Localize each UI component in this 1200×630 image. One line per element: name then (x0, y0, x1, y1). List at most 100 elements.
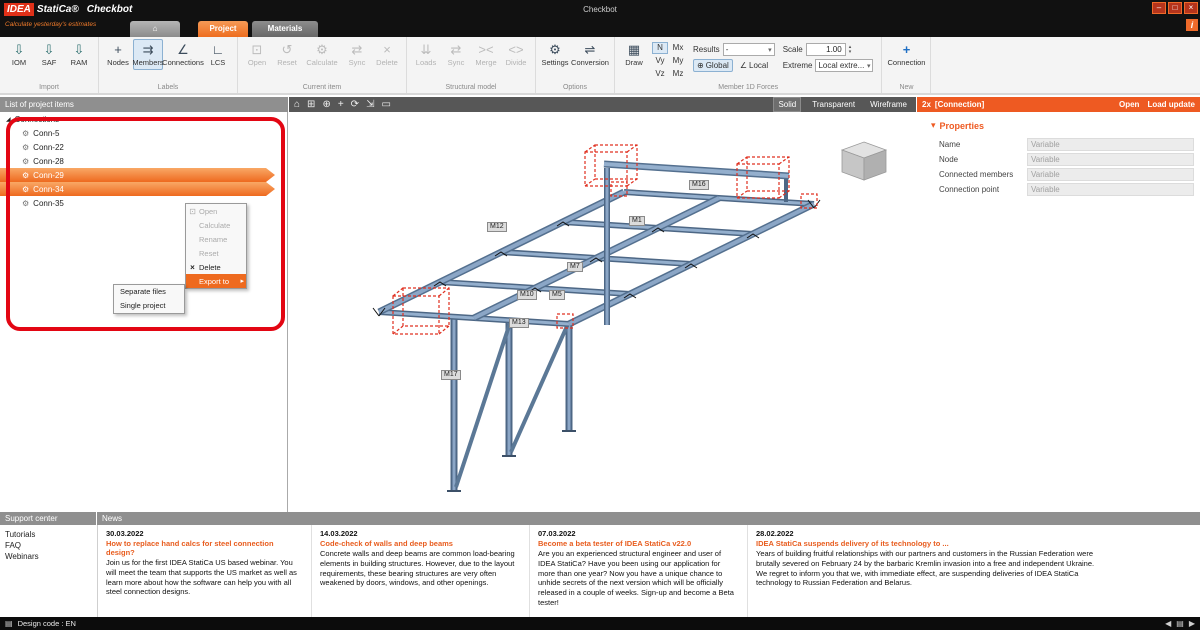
open-selection-button[interactable]: Open (1119, 100, 1139, 109)
tree-root-connections[interactable]: ◢ Connections (0, 112, 287, 126)
zoom-icon[interactable]: ⊕ (322, 99, 330, 110)
menu-item-reset[interactable]: Reset (186, 246, 246, 260)
load-update-button[interactable]: Load update (1147, 100, 1195, 109)
view-mode-solid[interactable]: Solid (773, 97, 801, 112)
view-mode-wireframe[interactable]: Wireframe (866, 98, 911, 111)
connections-button[interactable]: ∠Connections (163, 39, 203, 70)
export-submenu: Separate files Single project (113, 284, 185, 314)
prev-icon[interactable]: ◀ (1165, 619, 1171, 628)
link-tutorials[interactable]: Tutorials (5, 529, 96, 540)
calculate-button[interactable]: ⚙Calculate (302, 39, 342, 70)
tree-item-conn-22[interactable]: ⚙Conn-22 (0, 140, 287, 154)
member-label[interactable]: M12 (487, 222, 507, 232)
force-vy-toggle[interactable]: Vy (652, 55, 668, 67)
loads-button[interactable]: ⇊Loads (411, 39, 441, 70)
name-value-field[interactable]: Variable (1027, 138, 1194, 151)
force-mz-toggle[interactable]: Mz (670, 68, 686, 80)
local-button[interactable]: ∠Local (736, 59, 772, 72)
news-title-link[interactable]: Code-check of walls and deep beams (320, 539, 521, 548)
zoom-fit-icon[interactable]: ⇲ (366, 99, 374, 110)
open-button[interactable]: ⊡Open (242, 39, 272, 70)
force-mx-toggle[interactable]: Mx (670, 42, 686, 54)
news-title-link[interactable]: IDEA StatiCa suspends delivery of its te… (756, 539, 1099, 548)
tree-item-conn-28[interactable]: ⚙Conn-28 (0, 154, 287, 168)
tree-item-conn-34[interactable]: ⚙Conn-34 (0, 182, 275, 196)
tree-item-conn-5[interactable]: ⚙Conn-5 (0, 126, 287, 140)
menu-item-calculate[interactable]: Calculate (186, 218, 246, 232)
results-dropdown[interactable]: -▾ (723, 43, 775, 56)
news-title-link[interactable]: How to replace hand calcs for steel conn… (106, 539, 303, 557)
context-menu: ⊡Open Calculate Rename Reset ×Delete Exp… (185, 203, 247, 289)
group-label-new: New (884, 83, 928, 93)
nodes-button[interactable]: +Nodes (103, 39, 133, 70)
add-connection-icon: + (903, 42, 911, 57)
maximize-button[interactable]: □ (1168, 2, 1182, 14)
draw-button[interactable]: ▦Draw (619, 39, 649, 70)
orbit-icon[interactable]: ⟳ (351, 99, 359, 110)
merge-button[interactable]: ><Merge (471, 39, 501, 70)
member-label[interactable]: M16 (689, 180, 709, 190)
sync-button[interactable]: ⇄Sync (342, 39, 372, 70)
view-mode-transparent[interactable]: Transparent (808, 98, 859, 111)
delete-x-icon: × (186, 263, 199, 272)
reset-button[interactable]: ↺Reset (272, 39, 302, 70)
menu-item-export-to[interactable]: Export to▸ (186, 274, 246, 288)
new-connection-button[interactable]: +Connection (886, 39, 926, 70)
connection-point-value-field[interactable]: Variable (1027, 183, 1194, 196)
members-icon: ⇉ (143, 42, 154, 57)
view-home-icon[interactable]: ⌂ (294, 99, 300, 110)
model-viewport[interactable]: M16 M12 M1 M7 M10 M5 M13 M17 (289, 112, 916, 512)
expander-icon[interactable]: ◢ (6, 116, 11, 123)
sync-model-button[interactable]: ⇄Sync (441, 39, 471, 70)
tree-item-conn-29[interactable]: ⚙Conn-29 (0, 168, 275, 182)
pages-icon[interactable]: ▤ (1176, 619, 1184, 628)
tab-project[interactable]: Project (198, 21, 248, 37)
link-webinars[interactable]: Webinars (5, 551, 96, 562)
members-button[interactable]: ⇉Members (133, 39, 163, 70)
ram-button[interactable]: ⇩RAM (64, 39, 94, 70)
node-value-field[interactable]: Variable (1027, 153, 1194, 166)
menu-item-open[interactable]: ⊡Open (186, 204, 246, 218)
menu-item-rename[interactable]: Rename (186, 232, 246, 246)
member-label[interactable]: M17 (441, 370, 461, 380)
pan-icon[interactable]: + (338, 99, 344, 110)
link-faq[interactable]: FAQ (5, 540, 96, 551)
extreme-dropdown[interactable]: Local extre...▾ (815, 59, 873, 72)
scale-stepper[interactable]: ▴▾ (849, 45, 852, 55)
submenu-single-project[interactable]: Single project (114, 299, 184, 313)
news-title-link[interactable]: Become a beta tester of IDEA StatiCa v22… (538, 539, 739, 548)
minimize-button[interactable]: – (1152, 2, 1166, 14)
force-my-toggle[interactable]: My (670, 55, 686, 67)
delete-icon: × (383, 42, 391, 57)
comment-icon[interactable]: ▭ (381, 99, 390, 110)
member-label[interactable]: M7 (567, 262, 583, 272)
tab-materials[interactable]: Materials (252, 21, 318, 37)
member-label[interactable]: M5 (549, 290, 565, 300)
force-n-toggle[interactable]: N (652, 42, 668, 54)
iom-button[interactable]: ⇩IOM (4, 39, 34, 70)
group-label-structural-model: Structural model (409, 83, 533, 93)
lcs-button[interactable]: ∟LCS (203, 39, 233, 70)
next-icon[interactable]: ▶ (1189, 619, 1195, 628)
force-vz-toggle[interactable]: Vz (652, 68, 668, 80)
conversion-button[interactable]: ⇌Conversion (570, 39, 610, 70)
info-button[interactable]: i (1186, 19, 1198, 31)
submenu-separate-files[interactable]: Separate files (114, 285, 184, 299)
settings-button[interactable]: ⚙Settings (540, 39, 570, 70)
member-label[interactable]: M13 (509, 318, 529, 328)
divide-button[interactable]: <>Divide (501, 39, 531, 70)
properties-expander-icon[interactable]: ▾ (931, 120, 936, 131)
news-date: 28.02.2022 (756, 529, 1099, 538)
global-button[interactable]: ⊕Global (693, 59, 733, 72)
menu-item-delete[interactable]: ×Delete (186, 260, 246, 274)
saf-button[interactable]: ⇩SAF (34, 39, 64, 70)
scale-input[interactable]: 1.00 (806, 43, 846, 56)
zoom-window-icon[interactable]: ⊞ (307, 99, 315, 110)
connected-members-value-field[interactable]: Variable (1027, 168, 1194, 181)
delete-button[interactable]: ×Delete (372, 39, 402, 70)
tab-home[interactable]: ⌂ (130, 21, 180, 37)
member-label[interactable]: M1 (629, 216, 645, 226)
import-icon: ⇩ (44, 42, 55, 57)
member-label[interactable]: M10 (517, 290, 537, 300)
close-button[interactable]: × (1184, 2, 1198, 14)
